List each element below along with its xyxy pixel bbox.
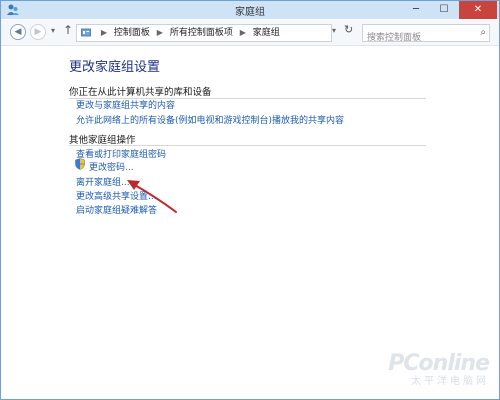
forward-button[interactable]: ▶ (30, 24, 46, 40)
breadcrumb-item[interactable]: 控制面板 (114, 28, 150, 38)
uac-shield-icon (75, 158, 85, 170)
homegroup-window: 家庭组 ─ ☐ ✕ ◀ ▶ ▾ ↑ ▶ 控制面板 ▶ 所有控制面板项 ▶ 家庭组… (0, 0, 500, 400)
view-print-password-link[interactable]: 查看或打印家庭组密码 (76, 147, 166, 160)
up-arrow-icon[interactable]: ↑ (63, 23, 73, 37)
address-dropdown-icon[interactable]: ▾ (332, 26, 336, 35)
section-title-actions: 其他家庭组操作 (69, 135, 136, 146)
section-divider (69, 145, 426, 146)
breadcrumb-separator-icon: ▶ (156, 28, 163, 37)
breadcrumb-item[interactable]: 所有控制面板项 (170, 28, 233, 38)
maximize-button[interactable]: ☐ (431, 1, 457, 19)
search-icon[interactable]: ⌕ (480, 27, 486, 38)
main-content: 更改家庭组设置 你正在从此计算机共享的库和设备 更改与家庭组共享的内容 允许此网… (1, 46, 499, 399)
section-title-library: 你正在从此计算机共享的库和设备 (69, 87, 212, 98)
breadcrumb[interactable]: ▶ 控制面板 ▶ 所有控制面板项 ▶ 家庭组 (76, 24, 332, 42)
pconline-watermark: PConline 太平洋电脑网 (388, 351, 490, 387)
search-input[interactable] (367, 31, 471, 45)
recent-locations-chevron-icon[interactable]: ▾ (51, 26, 55, 35)
change-shared-content-link[interactable]: 更改与家庭组共享的内容 (76, 98, 175, 111)
minimize-button[interactable]: ─ (403, 1, 429, 19)
breadcrumb-separator-icon: ▶ (100, 28, 108, 37)
breadcrumb-item[interactable]: 家庭组 (253, 28, 280, 38)
search-box[interactable]: ⌕ (362, 24, 490, 45)
breadcrumb-separator-icon: ▶ (239, 28, 246, 37)
allow-media-streaming-link[interactable]: 允许此网络上的所有设备(例如电视和游戏控制台)播放我的共享内容 (76, 113, 344, 126)
red-pointer-arrow (127, 180, 177, 213)
back-button[interactable]: ◀ (10, 24, 26, 40)
page-title: 更改家庭组设置 (69, 60, 161, 75)
refresh-icon[interactable]: ↻ (344, 23, 353, 36)
close-button[interactable]: ✕ (459, 1, 497, 19)
address-bar: ◀ ▶ ▾ ↑ ▶ 控制面板 ▶ 所有控制面板项 ▶ 家庭组 ▾ ↻ ⌕ (1, 20, 499, 46)
title-bar[interactable]: 家庭组 ─ ☐ ✕ (1, 1, 499, 19)
control-panel-icon (81, 28, 91, 37)
